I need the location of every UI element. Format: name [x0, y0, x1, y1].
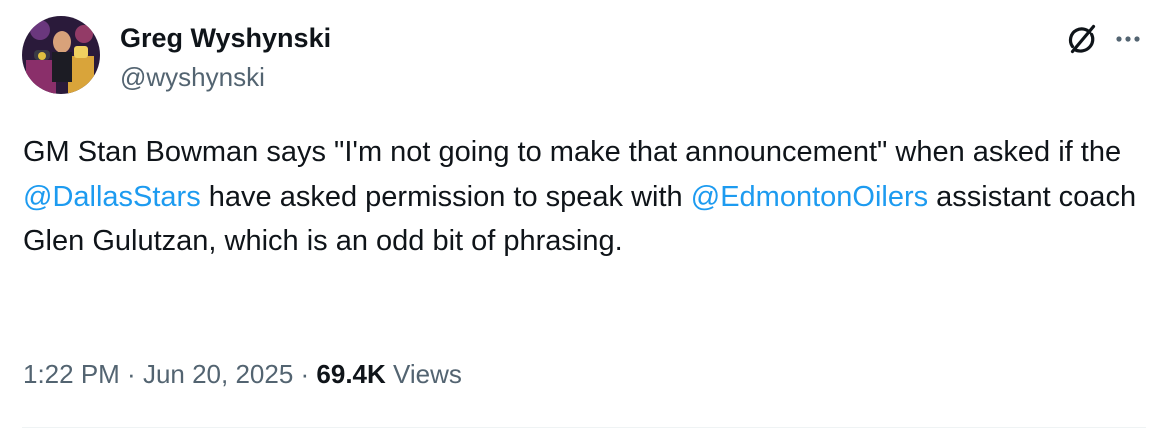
tweet-text-part: have asked permission to speak with — [200, 180, 691, 213]
author-display-name[interactable]: Greg Wyshynski — [120, 21, 331, 55]
tweet-date[interactable]: Jun 20, 2025 — [143, 359, 293, 389]
more-options-icon[interactable] — [1110, 21, 1146, 57]
meta-separator: · — [119, 359, 143, 389]
divider — [22, 427, 1146, 428]
avatar-image — [22, 16, 100, 94]
tweet-text-part: GM Stan Bowman says "I'm not going to ma… — [23, 136, 1122, 168]
views-count: 69.4K — [316, 359, 386, 389]
meta-separator: · — [293, 359, 317, 389]
grok-icon[interactable] — [1064, 21, 1100, 57]
author-handle[interactable]: @wyshynski — [120, 60, 265, 94]
avatar[interactable] — [22, 16, 100, 94]
views-label: Views — [393, 359, 462, 389]
tweet-text: GM Stan Bowman says "I'm not going to ma… — [23, 130, 1148, 264]
mention-link-edmonton-oilers[interactable]: @EdmontonOilers — [691, 181, 928, 213]
mention-link-dallas-stars[interactable]: @DallasStars — [23, 181, 201, 213]
tweet-time[interactable]: 1:22 PM — [23, 359, 120, 389]
tweet-card: Greg Wyshynski @wyshynski GM Stan Bowman… — [0, 0, 1166, 430]
tweet-meta: 1:22 PM · Jun 20, 2025 · 69.4K Views — [23, 356, 462, 392]
